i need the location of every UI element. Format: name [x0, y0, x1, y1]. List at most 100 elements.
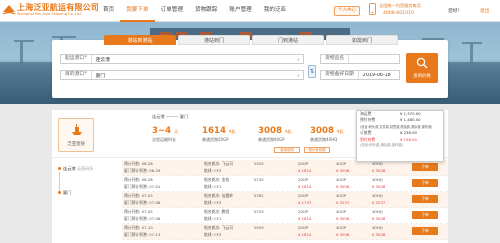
voyage-cut: 预计开航: 07-05	[124, 209, 153, 214]
service-brand-name: 泛亚直快	[67, 142, 85, 147]
to-port: 厦门	[58, 190, 71, 196]
voyage-cut: 预计开航: 06-28	[124, 177, 153, 182]
voyage-c3: 40HQ	[372, 177, 383, 182]
results-panel: 泛亚直快 连云港 ——— 厦门 3~4 天 全程运输时长 1614 ¥起 普通货…	[52, 110, 448, 243]
ready-date-field[interactable]: 货物备好日期 2019-06-18	[320, 70, 400, 80]
express-ship-icon	[72, 124, 82, 135]
clear-icon[interactable]: ✕	[297, 57, 303, 62]
nav-item-4[interactable]: 账户管理	[223, 0, 257, 22]
swap-ports-button[interactable]: ⇅	[308, 65, 316, 78]
freight-search-panel: 港站到港站 港站到门 门到港站 如需到门 起运港口* 连云港 ✕ 目的港口* 厦门 ✕…	[52, 35, 448, 98]
price-20gp: 1614 ¥起 普通货物20GP	[202, 126, 235, 143]
fee-description-tag[interactable]: 费用说明	[274, 147, 300, 153]
nav-item-5[interactable]: 我的泛亚	[258, 0, 292, 22]
voyage-c1: 20GP	[298, 225, 309, 230]
nav-item-2[interactable]: 订单管理	[155, 0, 189, 22]
price-row-label: 到付杂费	[360, 136, 376, 142]
voyage-p3: ¥ 3237	[372, 200, 386, 205]
voyage-ship: 船名航次: 飞云河	[204, 161, 234, 166]
voyage-ship: 船名航次: 鹏程	[204, 209, 230, 214]
book-voyage-button[interactable]: 下单	[412, 227, 438, 235]
swap-icon: ⇅	[309, 68, 315, 75]
price-40gp: 3008 ¥起 普通货物40GP	[258, 126, 291, 143]
search-price-button[interactable]: 查询价格	[406, 53, 438, 83]
logo-english-name: Shanghai Pan-Asia Shipping Co.,Ltd	[17, 12, 81, 16]
price-40gp-label: 普通货物40GP	[258, 137, 285, 142]
voyage-p2: ¥ 3008	[336, 232, 350, 237]
price-20gp-unit: ¥起	[228, 129, 236, 134]
nav-item-0[interactable]: 首页	[97, 0, 120, 22]
voyage-row: 预计开航: 07-03 厦门预计到港: 07-06 船名航次: 仙霞岭 0761 航线:…	[122, 192, 448, 208]
tab-service-0[interactable]: 港站到港站	[104, 35, 176, 45]
voyage-c1: 20GP	[298, 209, 309, 214]
voyage-p1: ¥ 1614	[298, 168, 312, 173]
ready-date-value[interactable]: 2019-06-18	[359, 73, 399, 78]
user-center-button[interactable]: 个人中心	[334, 6, 360, 16]
nav-item-3[interactable]: 货物跟踪	[189, 0, 223, 22]
price-40hq: 3008 ¥起 普通货物40HQ	[310, 126, 343, 143]
price-20gp-label: 普通货物20GP	[202, 137, 229, 142]
book-voyage-button[interactable]: 下单	[412, 163, 438, 171]
site-header: 上海泛亚航运有限公司 Shanghai Pan-Asia Shipping Co…	[0, 0, 500, 22]
service-brand-badge: 泛亚直快	[58, 118, 94, 152]
voyage-c3: 40HQ	[372, 225, 383, 230]
destination-port-value[interactable]: 厦门	[92, 72, 297, 79]
logo-mark-icon	[2, 5, 16, 15]
voyage-svc: 航线: CF1	[204, 216, 222, 221]
voyage-voy: 2929	[254, 225, 264, 230]
cargo-name-label: 货物品名	[321, 55, 350, 63]
voyage-p3: ¥ 3008	[372, 184, 386, 189]
voyage-arr: 厦门预计到港: 07-06	[124, 200, 161, 205]
logout-link[interactable]: 退出	[480, 7, 490, 14]
transit-unit: 天	[174, 129, 179, 134]
voyage-svc: 航线: CF1	[204, 184, 222, 189]
voyage-c2: 40GP	[336, 225, 347, 230]
book-voyage-button[interactable]: 下单	[412, 211, 438, 219]
voyage-arr: 厦门预计到港: 07-08	[124, 216, 161, 221]
voyage-p2: ¥ 3008	[336, 168, 350, 173]
voyage-p1: ¥ 1737	[298, 200, 312, 205]
origin-port-value[interactable]: 连云港	[92, 56, 297, 63]
price-note: (包含:码头费,港杂费,操作费)	[360, 142, 404, 147]
clear-icon[interactable]: ✕	[297, 73, 303, 78]
welcome-text: 您好！	[448, 9, 463, 14]
destination-port-field[interactable]: 目的港口* 厦门 ✕	[60, 70, 304, 80]
origin-port-field[interactable]: 起运港口* 连云港 ✕	[60, 54, 304, 64]
voyage-voy: 0753	[254, 209, 264, 214]
cargo-name-field[interactable]: 货物品名	[320, 54, 400, 64]
tab-service-1[interactable]: 港站到门	[178, 35, 250, 45]
voyage-c1: 20GP	[298, 193, 309, 198]
voyage-cut: 预计开航: 07-10	[124, 225, 153, 230]
voyage-arr: 厦门预计到港: 07-01	[124, 184, 161, 189]
destination-port-label: 目的港口*	[61, 71, 92, 79]
price-40hq-unit: ¥起	[336, 129, 344, 134]
price-row-value: ¥ 156.00	[400, 136, 417, 142]
voyage-c1: 20GP	[298, 161, 309, 166]
tab-service-2[interactable]: 门到港站	[252, 35, 324, 45]
from-port: 连云港 泛亚码头	[58, 166, 94, 172]
voyage-row: 预计开航: 06-28 厦门预计到港: 07-01 船名航次: 金桂 0745 航线: …	[122, 176, 448, 192]
voyage-row: 预计开航: 06-26 厦门预计到港: 06-29 船名航次: 飞云河 2925 航线:…	[122, 160, 448, 176]
book-voyage-button[interactable]: 下单	[412, 179, 438, 187]
voyage-c2: 40GP	[336, 193, 347, 198]
nav-item-1[interactable]: 我要下单	[120, 0, 155, 22]
voyage-ship: 船名航次: 金桂	[204, 177, 230, 182]
voyage-p1: ¥ 1614	[298, 232, 312, 237]
voyage-c3: 40HQ	[372, 209, 383, 214]
search-price-label: 查询价格	[413, 74, 431, 79]
voyage-c1: 20GP	[298, 177, 309, 182]
voyage-c2: 40GP	[336, 161, 347, 166]
voyage-voy: 0761	[254, 193, 264, 198]
price-40hq-value: 3008	[310, 126, 334, 136]
tab-service-3[interactable]: 如需到门	[326, 35, 398, 45]
main-nav: 首页 我要下单 订单管理 货物跟踪 账户管理 我的泛亚	[97, 0, 292, 22]
price-20gp-value: 1614	[202, 126, 226, 136]
voyage-row: 预计开航: 07-05 厦门预计到港: 07-08 船名航次: 鹏程 0753 航线: …	[122, 208, 448, 224]
voyage-voy: 2925	[254, 161, 264, 166]
voyage-ship: 船名航次: 仙霞岭	[204, 193, 234, 198]
price-40gp-unit: ¥起	[284, 129, 292, 134]
company-logo[interactable]: 上海泛亚航运有限公司 Shanghai Pan-Asia Shipping Co…	[2, 2, 99, 20]
phone-icon	[369, 3, 376, 15]
quote-validity-tag[interactable]: 报价有效期	[304, 147, 330, 153]
book-voyage-button[interactable]: 下单	[412, 195, 438, 203]
